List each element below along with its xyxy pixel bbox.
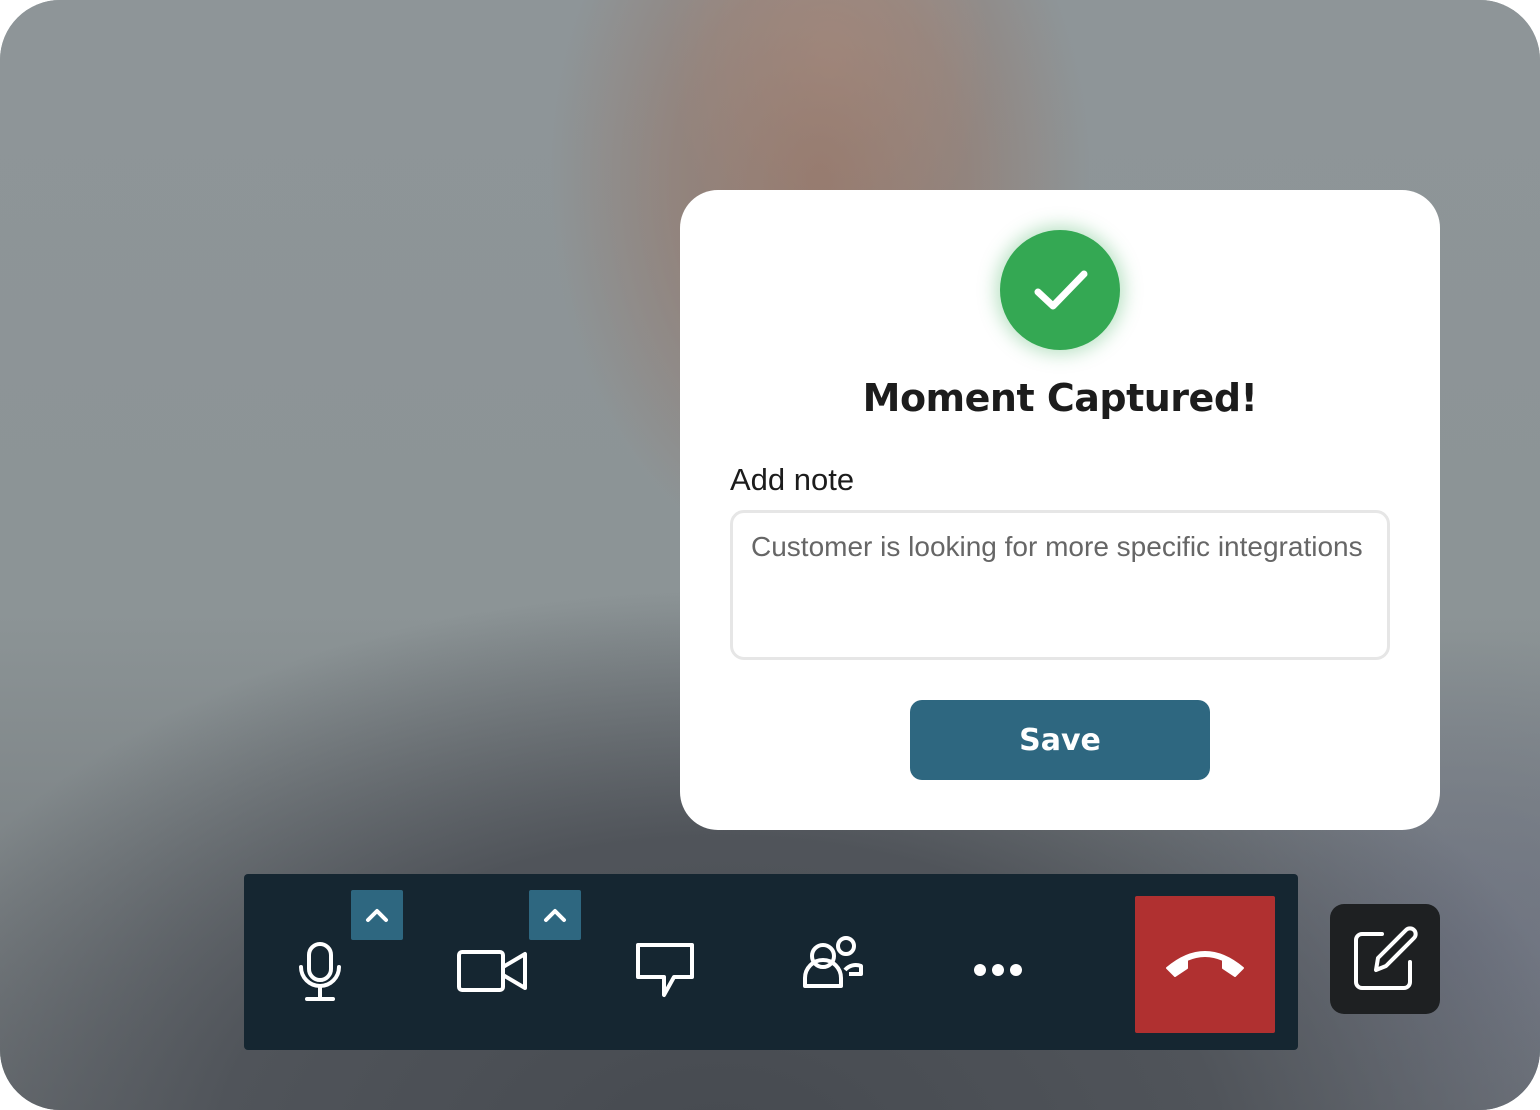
note-label: Add note bbox=[730, 462, 855, 497]
checkmark-icon bbox=[1000, 230, 1120, 350]
more-dots-icon bbox=[974, 964, 1022, 976]
note-input[interactable]: Customer is looking for more specific in… bbox=[730, 510, 1390, 660]
phone-hangup-icon bbox=[1166, 951, 1244, 977]
chevron-up-icon bbox=[544, 909, 566, 922]
save-button[interactable]: Save bbox=[910, 700, 1210, 780]
microphone-options-button[interactable] bbox=[351, 890, 403, 940]
camera-options-button[interactable] bbox=[529, 890, 581, 940]
people-icon bbox=[803, 936, 863, 988]
end-call-button[interactable] bbox=[1135, 896, 1275, 1033]
video-call-window: Moment Captured! Add note Customer is lo… bbox=[0, 0, 1540, 1110]
participants-button[interactable] bbox=[771, 874, 891, 1050]
chat-button[interactable] bbox=[604, 874, 724, 1050]
chevron-up-icon bbox=[366, 909, 388, 922]
edit-note-button[interactable] bbox=[1330, 904, 1440, 1014]
more-options-button[interactable] bbox=[938, 874, 1058, 1050]
call-toolbar bbox=[244, 874, 1298, 1050]
dialog-title: Moment Captured! bbox=[862, 376, 1258, 420]
edit-note-icon bbox=[1354, 926, 1418, 990]
chat-bubble-icon bbox=[636, 943, 694, 997]
moment-captured-dialog: Moment Captured! Add note Customer is lo… bbox=[680, 190, 1440, 830]
